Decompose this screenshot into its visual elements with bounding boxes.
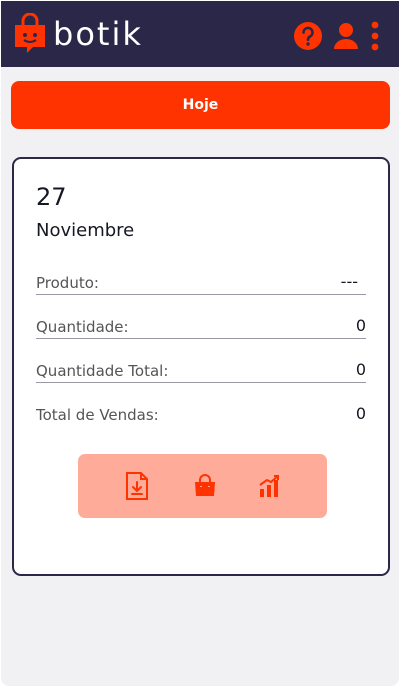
download-file-icon[interactable] xyxy=(121,469,153,503)
date-month: Noviembre xyxy=(36,220,135,241)
row-label: Quantidade: xyxy=(36,318,129,336)
help-circle-icon[interactable] xyxy=(293,21,323,51)
card-actions xyxy=(78,454,327,518)
user-icon[interactable] xyxy=(333,22,359,50)
row-value: --- xyxy=(340,272,358,291)
row-total-vendas: Total de Vendas: 0 xyxy=(36,404,366,426)
row-label: Quantidade Total: xyxy=(36,362,169,380)
date-day: 27 xyxy=(36,183,67,211)
sales-card: 27 Noviembre Produto: --- Quantidade: 0 … xyxy=(12,157,390,576)
row-label: Produto: xyxy=(36,274,99,292)
header-actions xyxy=(293,21,381,51)
top-bar: botik xyxy=(1,1,399,67)
row-value: 0 xyxy=(355,316,366,335)
app-frame: botik Hoje 27 Noviembre Produto: --- Qua… xyxy=(1,1,399,686)
row-produto: Produto: --- xyxy=(36,272,366,295)
row-value: 0 xyxy=(355,404,366,423)
shopping-bag-icon[interactable] xyxy=(189,469,221,503)
more-vert-icon[interactable] xyxy=(369,21,381,51)
row-quantidade-total: Quantidade Total: 0 xyxy=(36,360,366,383)
bar-chart-icon[interactable] xyxy=(254,469,286,503)
brand-name: botik xyxy=(53,15,143,53)
row-label: Total de Vendas: xyxy=(36,406,159,424)
logo: botik xyxy=(13,13,183,57)
row-value: 0 xyxy=(355,360,366,379)
row-quantidade: Quantidade: 0 xyxy=(36,316,366,339)
bag-logo-icon xyxy=(15,13,45,53)
today-button[interactable]: Hoje xyxy=(11,81,390,129)
